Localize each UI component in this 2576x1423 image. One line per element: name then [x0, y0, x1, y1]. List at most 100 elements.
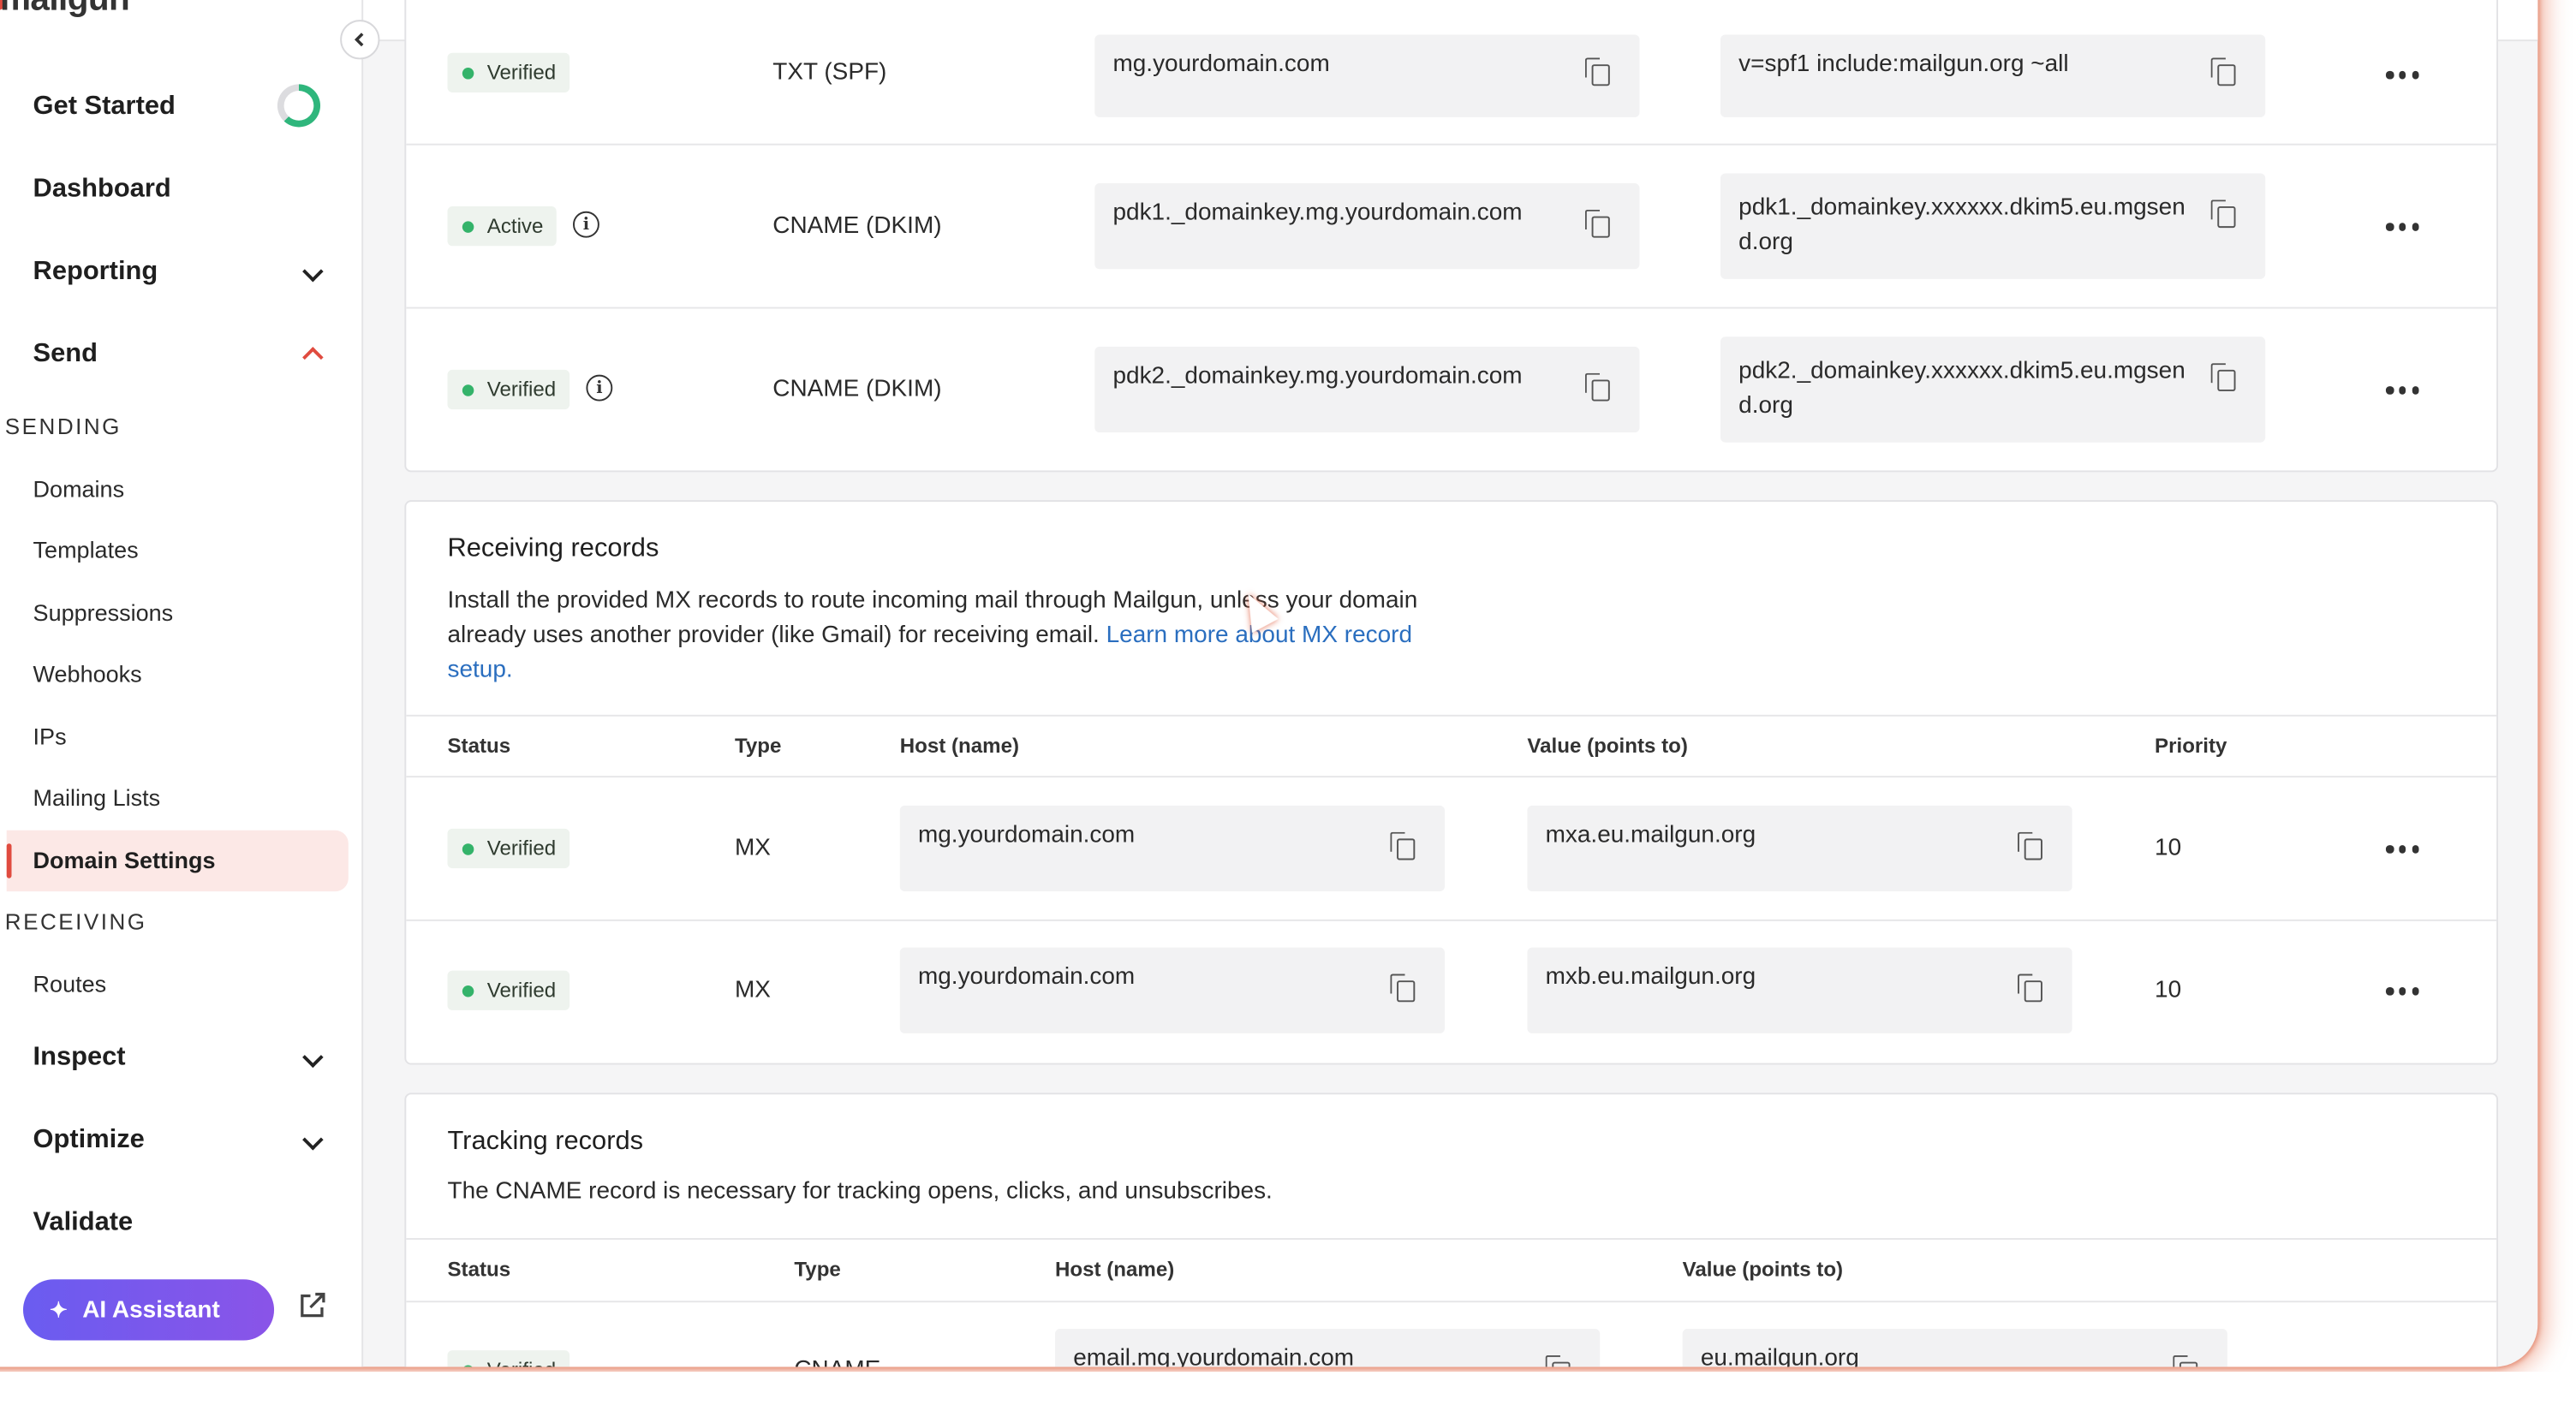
value-line: d.org: [1738, 392, 1793, 420]
column-header-value: Value (points to): [1527, 734, 1688, 758]
chevron-down-icon[interactable]: [301, 1048, 324, 1071]
column-header-status: Status: [447, 734, 511, 758]
sidebar-item-webhooks[interactable]: Webhooks: [33, 660, 142, 687]
logo[interactable]: mailgun: [0, 0, 130, 20]
copy-icon[interactable]: [2018, 973, 2044, 1004]
progress-ring-icon: [277, 84, 321, 128]
row-divider: [406, 307, 2497, 309]
host-value: pdk2._domainkey.mg.yourdomain.com: [1112, 363, 1523, 390]
copy-icon[interactable]: [2173, 1355, 2199, 1367]
sidebar-item-inspect[interactable]: Inspect: [33, 1043, 126, 1073]
record-type: TXT (SPF): [772, 59, 887, 86]
row-divider: [406, 776, 2497, 778]
value-field[interactable]: mxb.eu.mailgun.org: [1527, 947, 2072, 1033]
screen: mailgun Get Started Dashboard Reporting …: [0, 0, 2576, 1372]
status-badge: Verified: [447, 828, 569, 869]
section-heading-sending: SENDING: [4, 414, 122, 439]
host-value: email.mg.yourdomain.com: [1073, 1345, 1355, 1367]
copy-icon[interactable]: [1584, 372, 1612, 403]
copy-icon[interactable]: [1584, 57, 1612, 87]
tracking-records-card: Tracking records The CNAME record is nec…: [404, 1093, 2499, 1367]
copy-icon[interactable]: [2210, 57, 2238, 87]
value-text: pdk1._domainkey.xxxxxx.dkim5.eu.mgsen d.…: [1738, 192, 2185, 261]
chevron-down-icon[interactable]: [301, 1131, 324, 1154]
value-field[interactable]: pdk1._domainkey.xxxxxx.dkim5.eu.mgsen d.…: [1720, 173, 2266, 279]
priority-value: 10: [2155, 977, 2182, 1004]
sidebar-item-mailing-lists[interactable]: Mailing Lists: [33, 784, 161, 811]
card-description: The CNAME record is necessary for tracki…: [447, 1178, 1273, 1206]
host-value: pdk1._domainkey.mg.yourdomain.com: [1112, 199, 1523, 227]
ai-assistant-button[interactable]: ✦ AI Assistant: [22, 1279, 275, 1341]
chevron-up-icon[interactable]: [301, 342, 324, 365]
value-field[interactable]: pdk2._domainkey.xxxxxx.dkim5.eu.mgsen d.…: [1720, 336, 2266, 443]
status-badge: Active: [447, 206, 557, 247]
priority-value: 10: [2155, 835, 2182, 862]
host-field[interactable]: mg.yourdomain.com: [1094, 34, 1640, 117]
host-field[interactable]: mg.yourdomain.com: [899, 805, 1445, 892]
value-text: eu.mailgun.org: [1700, 1345, 1859, 1367]
copy-icon[interactable]: [1584, 209, 1612, 240]
info-icon[interactable]: i: [586, 374, 613, 402]
host-field[interactable]: email.mg.yourdomain.com: [1054, 1329, 1601, 1367]
row-divider: [406, 714, 2497, 717]
receiving-records-card: Receiving records Install the provided M…: [404, 500, 2499, 1065]
host-field[interactable]: pdk1._domainkey.mg.yourdomain.com: [1094, 183, 1640, 270]
app-shell: mailgun Get Started Dashboard Reporting …: [0, 0, 2538, 1367]
host-field[interactable]: mg.yourdomain.com: [899, 947, 1445, 1033]
sidebar-item-templates[interactable]: Templates: [33, 537, 139, 563]
sidebar-item-ips[interactable]: IPs: [33, 723, 67, 749]
status-badge: Verified: [447, 970, 569, 1010]
copy-icon[interactable]: [2210, 363, 2238, 393]
host-value: mg.yourdomain.com: [1112, 51, 1330, 78]
sidebar-item-optimize[interactable]: Optimize: [33, 1126, 145, 1156]
copy-icon[interactable]: [1545, 1355, 1572, 1367]
sidebar-item-routes[interactable]: Routes: [33, 971, 107, 997]
value-line: pdk2._domainkey.xxxxxx.dkim5.eu.mgsen: [1738, 358, 2185, 385]
copy-icon[interactable]: [1390, 973, 1416, 1004]
more-options-icon[interactable]: [2385, 986, 2419, 997]
sidebar-item-suppressions[interactable]: Suppressions: [33, 599, 174, 626]
sparkle-icon: ✦: [49, 1296, 68, 1322]
value-field[interactable]: v=spf1 include:mailgun.org ~all: [1720, 34, 2266, 117]
chevron-left-icon: [354, 33, 364, 47]
column-header-host: Host (name): [899, 734, 1020, 758]
main-content: Verified TXT (SPF) mg.yourdomain.com v=s…: [363, 0, 2537, 1367]
sidebar-item-reporting[interactable]: Reporting: [33, 258, 158, 288]
record-type: MX: [734, 977, 771, 1004]
sidebar-item-domains[interactable]: Domains: [33, 475, 125, 502]
copy-icon[interactable]: [2210, 199, 2238, 229]
sidebar-item-send[interactable]: Send: [33, 340, 98, 370]
chevron-down-icon[interactable]: [301, 263, 324, 286]
sidebar-item-dashboard[interactable]: Dashboard: [33, 175, 171, 205]
collapse-sidebar-button[interactable]: [340, 20, 380, 60]
column-header-status: Status: [447, 1258, 511, 1282]
copy-icon[interactable]: [1390, 831, 1416, 862]
more-options-icon[interactable]: [2385, 386, 2419, 396]
more-options-icon[interactable]: [2385, 223, 2419, 233]
column-header-value: Value (points to): [1682, 1258, 1844, 1282]
sidebar-item-get-started[interactable]: Get Started: [33, 92, 176, 122]
card-title: Tracking records: [447, 1127, 644, 1156]
record-type: CNAME: [794, 1357, 880, 1367]
host-field[interactable]: pdk2._domainkey.mg.yourdomain.com: [1094, 346, 1640, 433]
record-type: MX: [734, 835, 771, 862]
column-header-type: Type: [794, 1258, 841, 1282]
external-link-icon[interactable]: [297, 1291, 327, 1321]
sidebar-item-domain-settings[interactable]: Domain Settings: [33, 847, 216, 873]
row-divider: [406, 919, 2497, 921]
row-divider: [406, 1238, 2497, 1240]
row-divider: [406, 1301, 2497, 1303]
sidebar-item-validate[interactable]: Validate: [33, 1208, 134, 1238]
more-options-icon[interactable]: [2385, 845, 2419, 855]
more-options-icon[interactable]: [2385, 70, 2419, 81]
info-icon[interactable]: i: [573, 211, 599, 238]
column-header-priority: Priority: [2155, 734, 2227, 758]
card-title: Receiving records: [447, 534, 659, 563]
value-field[interactable]: eu.mailgun.org: [1682, 1329, 2227, 1367]
value-field[interactable]: mxa.eu.mailgun.org: [1527, 805, 2072, 892]
section-heading-receiving: RECEIVING: [4, 909, 147, 935]
value-line: pdk1._domainkey.xxxxxx.dkim5.eu.mgsen: [1738, 194, 2185, 222]
copy-icon[interactable]: [2018, 831, 2044, 862]
value-text: mxb.eu.mailgun.org: [1545, 963, 1756, 991]
status-badge: Verified: [447, 1350, 569, 1367]
